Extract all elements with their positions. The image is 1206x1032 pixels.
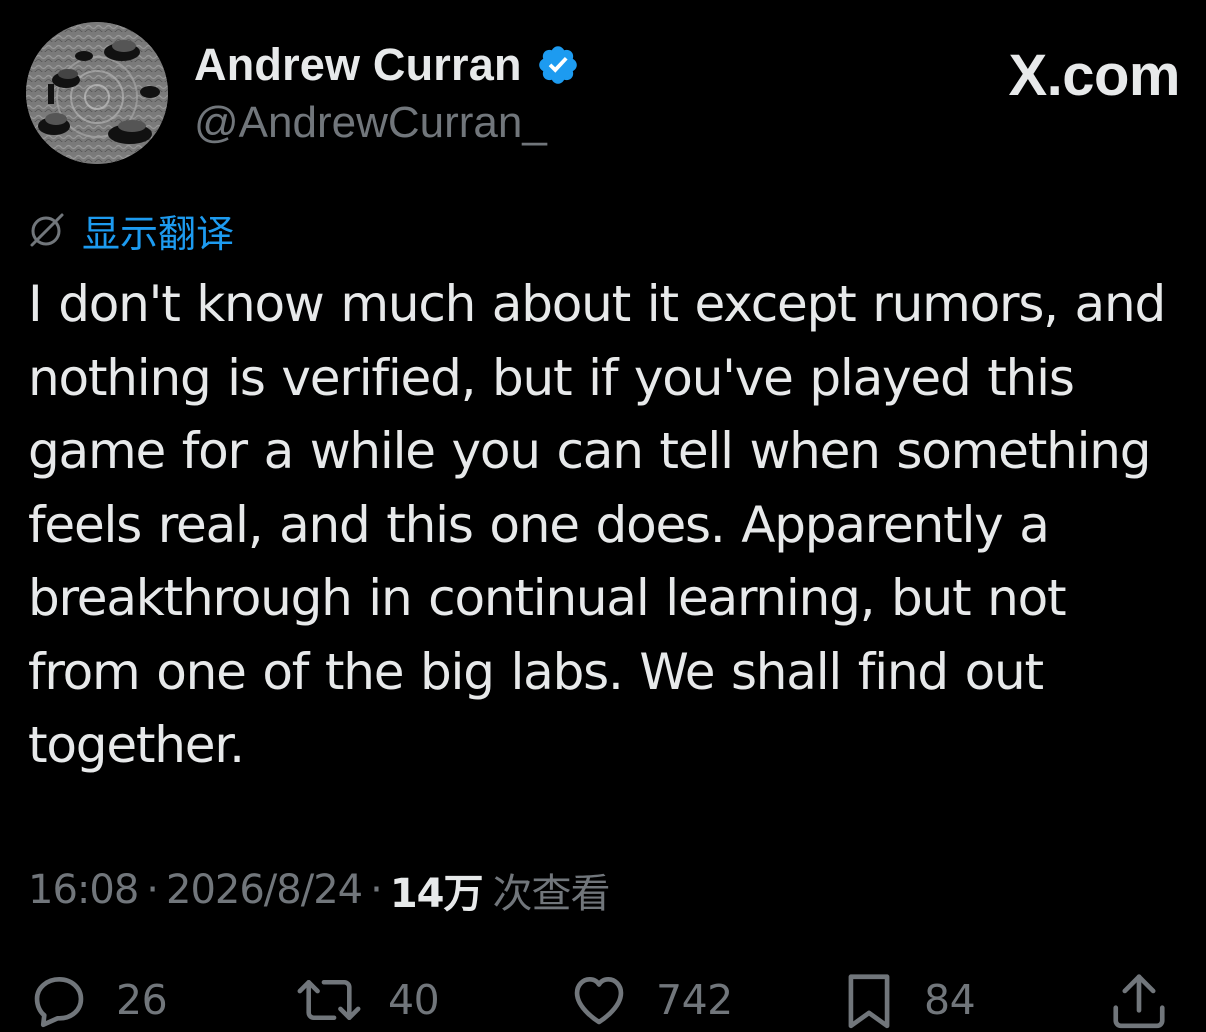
like-icon [568,969,630,1031]
action-bar: 26 40 742 84 [0,968,1206,1032]
share-button[interactable] [1110,968,1168,1032]
meta-separator: · [370,867,383,913]
tweet-meta: 16:08 · 2026/8/24 · 14万 次查看 [28,861,611,919]
verified-badge-icon[interactable] [536,43,580,87]
views-label: 次查看 [492,871,611,917]
tweet-header: Andrew Curran @AndrewCurran_ X.com [26,22,1180,164]
translate-label: 显示翻译 [82,211,235,256]
translate-icon [26,209,68,251]
avatar-image [26,22,168,164]
author-name[interactable]: Andrew Curran [194,39,522,91]
bookmark-icon [840,969,898,1031]
share-icon [1110,969,1168,1031]
like-count: 742 [656,976,733,1024]
reply-count: 26 [116,976,168,1024]
avatar[interactable] [26,22,168,164]
tweet-date[interactable]: 2026/8/24 [166,867,363,913]
reply-icon [28,969,90,1031]
repost-icon [296,969,362,1031]
bookmark-count: 84 [924,976,976,1024]
reply-button[interactable]: 26 [28,968,168,1032]
bookmark-button[interactable]: 84 [840,968,976,1032]
show-translation-link[interactable]: 显示翻译 [26,208,234,256]
author-info: Andrew Curran @AndrewCurran_ [194,38,580,148]
like-button[interactable]: 742 [568,968,733,1032]
tweet-text: I don't know much about it except rumors… [28,275,1166,774]
brand-watermark: X.com [1008,43,1180,108]
views-count[interactable]: 14万 [390,861,484,919]
meta-separator: · [146,867,159,913]
repost-count: 40 [388,976,440,1024]
author-handle[interactable]: @AndrewCurran_ [194,98,580,148]
name-row: Andrew Curran [194,38,580,92]
tweet-time[interactable]: 16:08 [28,867,139,913]
repost-button[interactable]: 40 [296,968,440,1032]
